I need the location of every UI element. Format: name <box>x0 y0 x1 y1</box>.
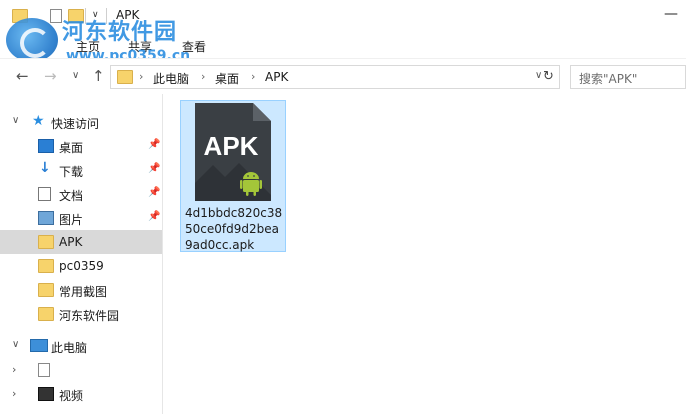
chevron-right-icon[interactable]: › <box>12 387 16 400</box>
documents-icon <box>38 187 51 201</box>
chevron-down-icon[interactable]: ∨ <box>12 339 19 350</box>
watermark-brand: 河东软件园 <box>62 20 178 45</box>
star-icon: ★ <box>32 113 45 129</box>
address-toolbar: ← → ∨ ↑ › 此电脑 › 桌面 › APK ∨ ↻ 搜索"APK" <box>0 58 686 94</box>
nav-item-documents[interactable]: 文档 📌 <box>0 182 162 206</box>
computer-icon <box>30 339 48 352</box>
nav-label: 快速访问 <box>51 117 100 131</box>
nav-item-videos[interactable]: › 视频 <box>0 382 162 406</box>
chevron-down-icon[interactable]: ∨ <box>12 115 19 126</box>
nav-item-apk[interactable]: APK <box>0 230 162 254</box>
nav-label: 常用截图 <box>59 285 108 299</box>
navigation-pane: ∨ ★ 快速访问 桌面 📌 ↓ 下载 📌 文档 📌 图片 📌 APK pc035… <box>0 94 163 414</box>
back-button[interactable]: ← <box>16 67 29 85</box>
nav-label: 河东软件园 <box>59 309 120 323</box>
folder-icon <box>38 259 54 273</box>
search-placeholder: 搜索"APK" <box>579 72 638 86</box>
nav-item-screenshots[interactable]: 常用截图 <box>0 278 162 302</box>
nav-label: 文档 <box>59 189 84 203</box>
folder-icon <box>38 283 54 297</box>
desktop-icon <box>38 139 54 153</box>
pin-icon[interactable]: 📌 <box>148 163 160 174</box>
file-name: 4d1bbdc820c3850ce0fd9d2bea9ad0cc.apk <box>185 206 283 252</box>
apk-icon-label: APK <box>204 131 259 161</box>
nav-label: APK <box>59 235 83 249</box>
properties-icon[interactable] <box>50 9 62 23</box>
nav-label: pc0359 <box>59 259 104 273</box>
nav-label: 视频 <box>59 389 84 403</box>
up-button[interactable]: ↑ <box>92 67 105 85</box>
breadcrumb-desktop[interactable]: 桌面 <box>215 70 239 87</box>
video-icon <box>38 387 54 401</box>
nav-item-hedong[interactable]: 河东软件园 <box>0 302 162 326</box>
file-item[interactable]: APK 4d1bbdc820c3850ce0fd9d2bea9ad0cc.apk <box>180 100 286 252</box>
nav-this-pc[interactable]: ∨ 此电脑 <box>0 334 162 358</box>
download-icon: ↓ <box>39 160 51 176</box>
nav-item-3d-objects[interactable]: › <box>0 358 162 382</box>
search-input[interactable]: 搜索"APK" <box>570 65 686 89</box>
nav-label: 此电脑 <box>51 341 88 355</box>
file-list: APK 4d1bbdc820c3850ce0fd9d2bea9ad0cc.apk <box>163 94 686 414</box>
minimize-button[interactable]: — <box>664 6 678 22</box>
nav-label: 下载 <box>59 165 84 179</box>
refresh-button[interactable]: ↻ <box>538 65 560 89</box>
pin-icon[interactable]: 📌 <box>148 139 160 150</box>
pin-icon[interactable]: 📌 <box>148 187 160 198</box>
address-bar[interactable]: › 此电脑 › 桌面 › APK ∨ <box>110 65 560 89</box>
breadcrumb-separator[interactable]: › <box>251 70 255 83</box>
file-icon <box>38 363 50 377</box>
nav-label: 图片 <box>59 213 84 227</box>
nav-item-desktop[interactable]: 桌面 📌 <box>0 134 162 158</box>
forward-button[interactable]: → <box>44 67 57 85</box>
watermark-logo-icon <box>6 18 58 62</box>
breadcrumb-separator[interactable]: › <box>139 70 143 83</box>
chevron-right-icon[interactable]: › <box>12 363 16 376</box>
nav-item-downloads[interactable]: ↓ 下载 📌 <box>0 158 162 182</box>
breadcrumb-this-pc[interactable]: 此电脑 <box>153 70 189 87</box>
nav-quick-access[interactable]: ∨ ★ 快速访问 <box>0 110 162 134</box>
apk-file-icon: APK <box>195 103 271 201</box>
pin-icon[interactable]: 📌 <box>148 211 160 222</box>
folder-icon <box>38 307 54 321</box>
folder-icon <box>117 70 133 84</box>
nav-item-pictures[interactable]: 图片 📌 <box>0 206 162 230</box>
pictures-icon <box>38 211 54 225</box>
breadcrumb-apk[interactable]: APK <box>265 70 288 84</box>
nav-label: 桌面 <box>59 141 84 155</box>
breadcrumb-separator[interactable]: › <box>201 70 205 83</box>
recent-locations-button[interactable]: ∨ <box>72 70 79 81</box>
nav-item-pc0359[interactable]: pc0359 <box>0 254 162 278</box>
folder-icon <box>38 235 54 249</box>
